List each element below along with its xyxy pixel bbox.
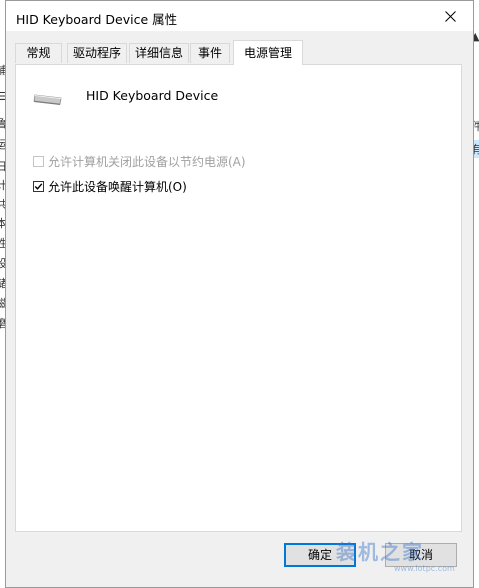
title-bar: HID Keyboard Device 属性 (6, 1, 473, 31)
checkmark-icon (34, 183, 43, 190)
device-name: HID Keyboard Device (86, 88, 219, 103)
allow-power-off-label: 允许计算机关闭此设备以节约电源(A) (48, 155, 246, 169)
power-management-panel: HID Keyboard Device 允许计算机关闭此设备以节约电源(A) 允… (15, 64, 462, 532)
allow-wake-checkbox[interactable] (33, 181, 44, 192)
allow-wake-option[interactable]: 允许此设备唤醒计算机(O) (33, 178, 187, 195)
keyboard-icon (33, 94, 62, 105)
close-button[interactable] (427, 1, 473, 31)
tab-power-management[interactable]: 电源管理 (233, 40, 303, 65)
watermark-url: www.lotpc.com (394, 564, 455, 573)
tab-details[interactable]: 详细信息 (129, 43, 189, 63)
tab-driver[interactable]: 驱动程序 (67, 43, 127, 63)
window-title: HID Keyboard Device 属性 (16, 12, 178, 27)
allow-power-off-option[interactable]: 允许计算机关闭此设备以节约电源(A) (33, 153, 246, 170)
allow-power-off-checkbox[interactable] (33, 156, 44, 167)
watermark-text: 装机之家 (336, 540, 424, 564)
allow-wake-label: 允许此设备唤醒计算机(O) (48, 180, 187, 194)
close-icon (444, 10, 456, 22)
tab-general[interactable]: 常规 (15, 43, 62, 63)
tab-events[interactable]: 事件 (190, 43, 230, 63)
properties-dialog: HID Keyboard Device 属性 常规 驱动程序 详细信息 事件 电… (5, 0, 474, 588)
